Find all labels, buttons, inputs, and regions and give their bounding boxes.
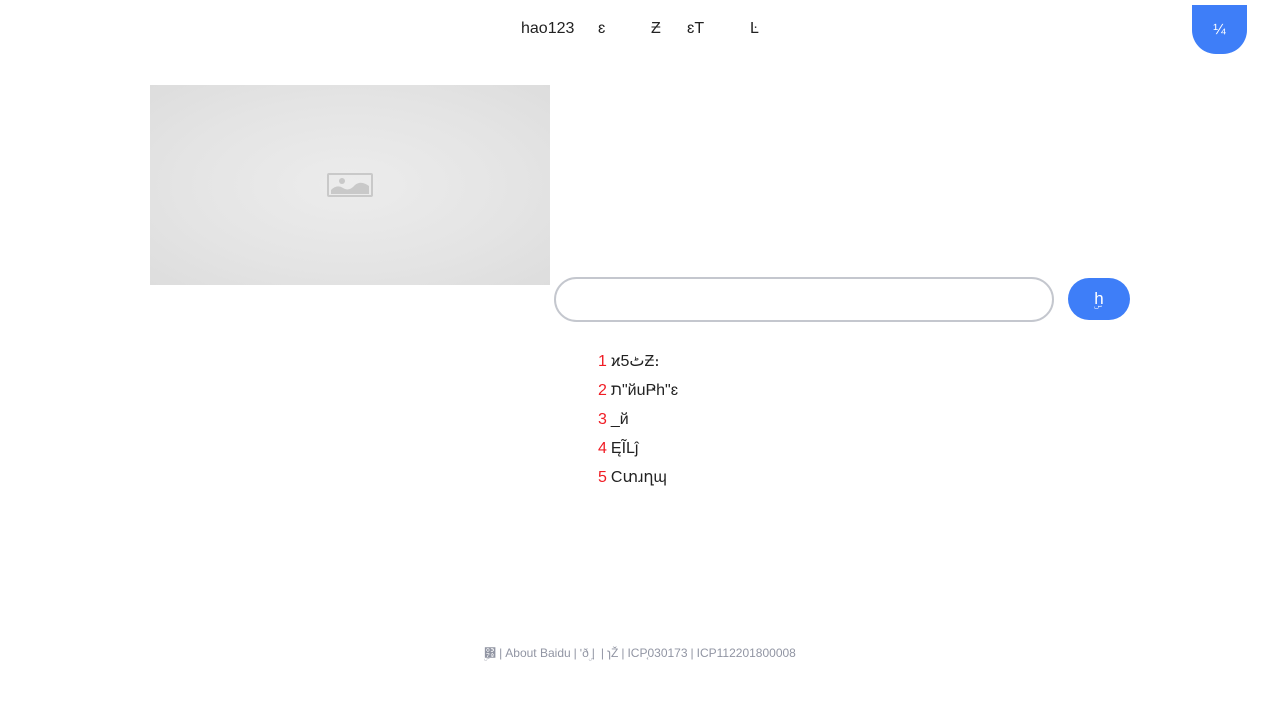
hot-search-item-5[interactable]: 5 Cտɹղɰ bbox=[598, 466, 678, 495]
footer-separator: | bbox=[690, 646, 694, 660]
footer-link-feedback[interactable]: ɿŽ bbox=[607, 646, 618, 660]
hot-title: Cտɹղɰ bbox=[610, 469, 667, 486]
hot-rank: 5 bbox=[598, 469, 607, 486]
footer-separator: | bbox=[600, 646, 605, 660]
footer-link-icp-record[interactable]: ICP112201800008 bbox=[697, 646, 796, 660]
hot-rank: 4 bbox=[598, 440, 607, 457]
login-button[interactable]: ¼ bbox=[1192, 5, 1247, 54]
footer-link-icp-license[interactable]: ICP֤030173 bbox=[627, 646, 687, 660]
logo-image-placeholder bbox=[150, 85, 550, 285]
nav-link-more[interactable]: Ŀ bbox=[750, 19, 759, 39]
footer-separator: | bbox=[499, 646, 503, 660]
nav-link-hao123[interactable]: hao123 bbox=[521, 19, 574, 39]
hot-title: ת"йuҎh"ɛ bbox=[610, 382, 679, 399]
nav-link-map[interactable]: Ƶ bbox=[651, 19, 661, 39]
hot-title: ϰ5ٹƵ։ bbox=[610, 353, 660, 370]
footer-separator: | bbox=[621, 646, 625, 660]
footer: ۣ͸ | About Baidu | ʹðۣ | | ɿŽ | ICP֤030173 | ICP112… bbox=[0, 646, 1280, 660]
footer-link-about-baidu[interactable]: About Baidu bbox=[505, 646, 570, 660]
footer-link-terms[interactable]: ʹðۣ bbox=[580, 646, 589, 660]
hot-rank: 2 bbox=[598, 382, 607, 399]
hot-search-item-2[interactable]: 2 ת"йuҎh"ɛ bbox=[598, 379, 678, 408]
broken-image-icon bbox=[327, 173, 373, 197]
hot-rank: 1 bbox=[598, 353, 607, 370]
nav-link-video[interactable]: ɛT bbox=[687, 19, 704, 39]
hot-search-list: 1 ϰ5ٹƵ։ 2 ת"йuҎh"ɛ 3 _й 4 ĘĨLĵ 5 Cտɹղɰ bbox=[598, 350, 678, 495]
hot-title: ĘĨLĵ bbox=[610, 440, 639, 457]
hot-rank: 3 bbox=[598, 411, 607, 428]
hot-search-item-4[interactable]: 4 ĘĨLĵ bbox=[598, 437, 678, 466]
hot-search-item-1[interactable]: 1 ϰ5ٹƵ։ bbox=[598, 350, 678, 379]
baidu-home-page: hao123 ɛ Ƶ ɛT Ŀ ¼ ۣh 1 ϰ5ٹƵ։ 2 ת"йuҎh"ɛ 3 _… bbox=[0, 0, 1280, 720]
footer-link-set-homepage[interactable]: ۣ͸ bbox=[484, 646, 496, 660]
hot-search-item-3[interactable]: 3 _й bbox=[598, 408, 678, 437]
hot-title: _й bbox=[610, 411, 629, 428]
search-button[interactable]: ۣh bbox=[1068, 278, 1130, 320]
footer-separator: | bbox=[573, 646, 577, 660]
nav-link-news[interactable]: ɛ bbox=[598, 19, 605, 39]
top-nav: hao123 ɛ Ƶ ɛT Ŀ ¼ bbox=[0, 5, 1280, 54]
footer-separator: | bbox=[591, 646, 595, 660]
search-input[interactable] bbox=[554, 277, 1054, 322]
